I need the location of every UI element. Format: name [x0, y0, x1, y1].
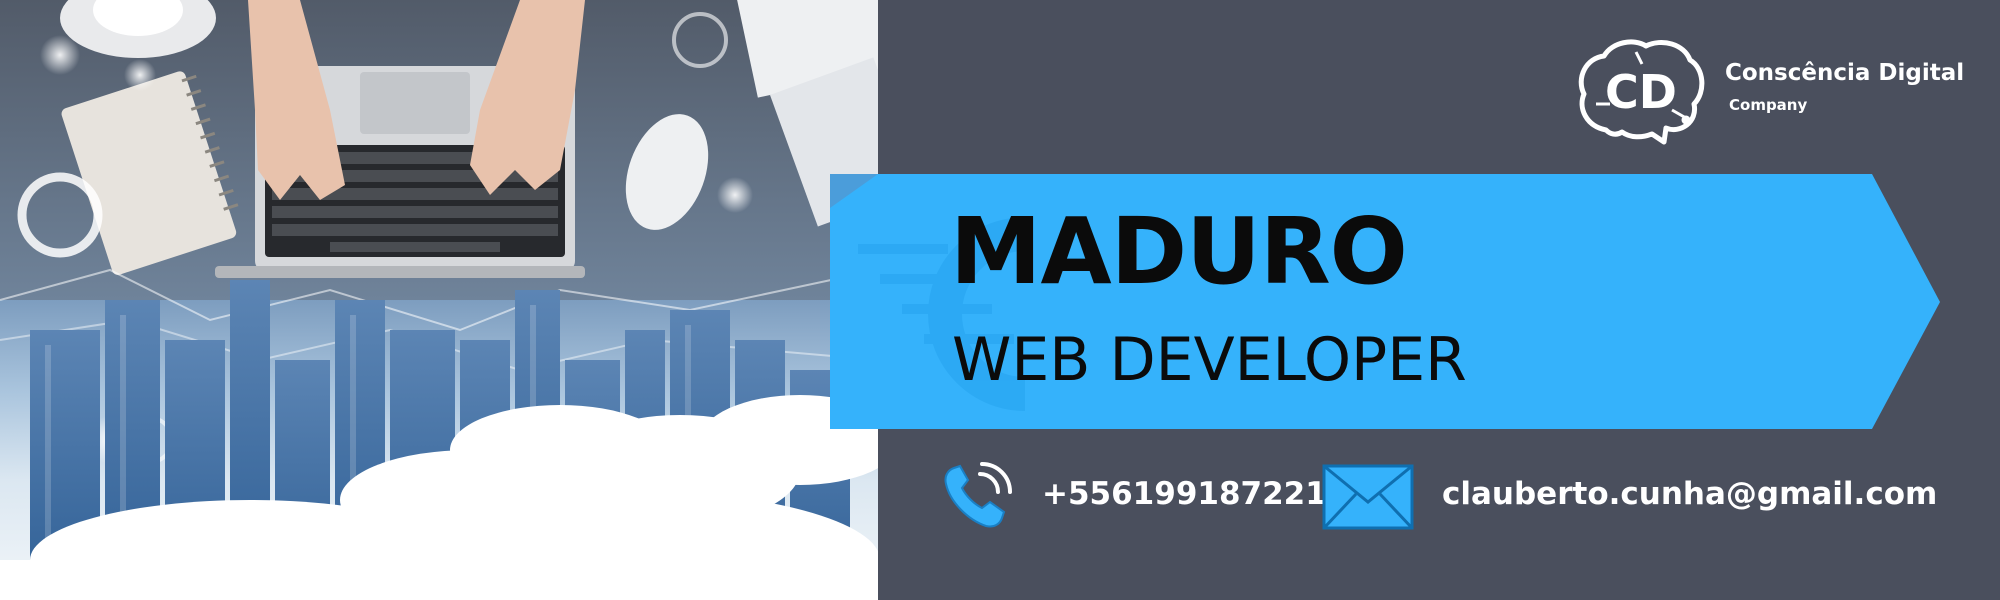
headline-role: WEB DEVELOPER	[952, 325, 1467, 395]
envelope-icon	[1322, 464, 1414, 530]
profile-banner: MADURO WEB DEVELOPER CD Conscência Digit…	[0, 0, 2000, 600]
brain-logo-icon: CD	[1576, 38, 1706, 146]
headline-name: MADURO	[950, 198, 1408, 305]
company-name: Conscência Digital	[1725, 60, 1965, 86]
logo-letters: CD	[1605, 65, 1677, 119]
email-address[interactable]: clauberto.cunha@gmail.com	[1442, 479, 1937, 510]
hero-photo	[0, 0, 878, 600]
company-tagline: Company	[1729, 96, 1808, 114]
svg-text:CD: CD	[1605, 65, 1677, 119]
hero-photo-illustration	[0, 0, 878, 600]
phone-number[interactable]: +5561991872219	[1042, 479, 1348, 510]
phone-icon	[944, 462, 1012, 528]
